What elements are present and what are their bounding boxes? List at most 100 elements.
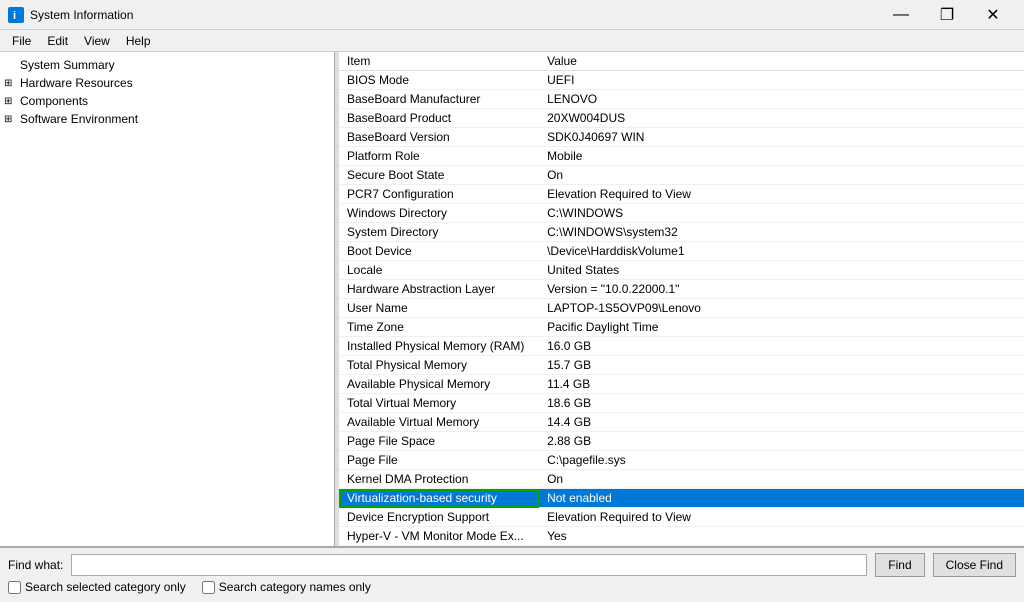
table-cell-value: Version = "10.0.22000.1": [539, 280, 1024, 299]
search-names-checkbox[interactable]: [202, 581, 215, 594]
table-cell-value: LAPTOP-1S5OVP09\Lenovo: [539, 299, 1024, 318]
table-row[interactable]: User NameLAPTOP-1S5OVP09\Lenovo: [339, 299, 1024, 318]
table-cell-item: Platform Role: [339, 147, 539, 166]
table-row[interactable]: Secure Boot StateOn: [339, 166, 1024, 185]
table-cell-item: BaseBoard Version: [339, 128, 539, 147]
close-button[interactable]: ✕: [970, 0, 1016, 30]
table-cell-item: Installed Physical Memory (RAM): [339, 337, 539, 356]
svg-text:i: i: [13, 10, 16, 22]
menu-file[interactable]: File: [4, 32, 39, 50]
find-button[interactable]: Find: [875, 553, 924, 577]
table-cell-item: System Directory: [339, 223, 539, 242]
table-row[interactable]: Page File Space2.88 GB: [339, 432, 1024, 451]
find-bar: Find what: Find Close Find Search select…: [0, 546, 1024, 602]
table-row[interactable]: BIOS ModeUEFI: [339, 71, 1024, 90]
table-cell-value: Not enabled: [539, 489, 1024, 508]
table-cell-value: Mobile: [539, 147, 1024, 166]
table-cell-value: On: [539, 470, 1024, 489]
table-cell-value: C:\WINDOWS\system32: [539, 223, 1024, 242]
data-table: Item Value BIOS ModeUEFIBaseBoard Manufa…: [339, 52, 1024, 546]
table-cell-value: Yes: [539, 546, 1024, 547]
table-row[interactable]: Device Encryption SupportElevation Requi…: [339, 508, 1024, 527]
table-cell-item: User Name: [339, 299, 539, 318]
table-cell-value: 15.7 GB: [539, 356, 1024, 375]
table-cell-item: BaseBoard Manufacturer: [339, 90, 539, 109]
right-panel-data: Item Value BIOS ModeUEFIBaseBoard Manufa…: [339, 52, 1024, 546]
table-row[interactable]: Hyper-V - VM Monitor Mode Ex...Yes: [339, 527, 1024, 546]
table-cell-value: On: [539, 166, 1024, 185]
restore-button[interactable]: ❐: [924, 0, 970, 30]
find-label: Find what:: [8, 558, 63, 572]
menu-edit[interactable]: Edit: [39, 32, 76, 50]
tree-item-components[interactable]: ⊞ Components: [0, 92, 334, 110]
table-cell-value: 18.6 GB: [539, 394, 1024, 413]
table-cell-item: Total Virtual Memory: [339, 394, 539, 413]
tree-item-hardware-resources[interactable]: ⊞ Hardware Resources: [0, 74, 334, 92]
search-category-checkbox[interactable]: [8, 581, 21, 594]
table-cell-value: UEFI: [539, 71, 1024, 90]
table-cell-item: Secure Boot State: [339, 166, 539, 185]
search-category-label[interactable]: Search selected category only: [8, 580, 186, 594]
table-cell-item: Page File Space: [339, 432, 539, 451]
table-cell-item: PCR7 Configuration: [339, 185, 539, 204]
minimize-button[interactable]: —: [878, 0, 924, 30]
table-cell-value: LENOVO: [539, 90, 1024, 109]
table-row[interactable]: Windows DirectoryC:\WINDOWS: [339, 204, 1024, 223]
table-cell-item: Virtualization-based security: [339, 489, 539, 508]
table-row[interactable]: BaseBoard ManufacturerLENOVO: [339, 90, 1024, 109]
title-bar: i System Information — ❐ ✕: [0, 0, 1024, 30]
table-row[interactable]: Installed Physical Memory (RAM)16.0 GB: [339, 337, 1024, 356]
tree-item-system-summary[interactable]: System Summary: [0, 56, 334, 74]
table-row[interactable]: System DirectoryC:\WINDOWS\system32: [339, 223, 1024, 242]
table-row[interactable]: Available Physical Memory11.4 GB: [339, 375, 1024, 394]
table-cell-value: \Device\HarddiskVolume1: [539, 242, 1024, 261]
left-panel-tree: System Summary ⊞ Hardware Resources ⊞ Co…: [0, 52, 335, 546]
search-names-text: Search category names only: [219, 580, 371, 594]
table-row[interactable]: LocaleUnited States: [339, 261, 1024, 280]
window-controls: — ❐ ✕: [878, 0, 1016, 30]
find-input[interactable]: [71, 554, 867, 576]
table-cell-item: Hyper-V - Second Level Address...: [339, 546, 539, 547]
table-cell-value: United States: [539, 261, 1024, 280]
table-cell-item: Total Physical Memory: [339, 356, 539, 375]
table-cell-value: Pacific Daylight Time: [539, 318, 1024, 337]
menu-help[interactable]: Help: [118, 32, 159, 50]
window-title: System Information: [30, 8, 878, 22]
close-find-button[interactable]: Close Find: [933, 553, 1016, 577]
table-cell-value: Elevation Required to View: [539, 508, 1024, 527]
expand-icon-hardware: ⊞: [4, 78, 16, 89]
table-row[interactable]: Total Physical Memory15.7 GB: [339, 356, 1024, 375]
table-row[interactable]: Virtualization-based securityNot enabled: [339, 489, 1024, 508]
table-row[interactable]: Hyper-V - Second Level Address...Yes: [339, 546, 1024, 547]
table-row[interactable]: Page FileC:\pagefile.sys: [339, 451, 1024, 470]
table-cell-item: Hardware Abstraction Layer: [339, 280, 539, 299]
table-row[interactable]: PCR7 ConfigurationElevation Required to …: [339, 185, 1024, 204]
table-row[interactable]: BaseBoard VersionSDK0J40697 WIN: [339, 128, 1024, 147]
expand-icon-components: ⊞: [4, 96, 16, 107]
table-cell-value: 20XW004DUS: [539, 109, 1024, 128]
table-cell-value: C:\pagefile.sys: [539, 451, 1024, 470]
app-icon: i: [8, 7, 24, 23]
table-cell-value: C:\WINDOWS: [539, 204, 1024, 223]
table-cell-item: Page File: [339, 451, 539, 470]
column-header-item: Item: [339, 52, 539, 71]
menu-view[interactable]: View: [76, 32, 118, 50]
table-row[interactable]: Hardware Abstraction LayerVersion = "10.…: [339, 280, 1024, 299]
table-cell-item: Hyper-V - VM Monitor Mode Ex...: [339, 527, 539, 546]
find-input-row: Find what: Find Close Find: [8, 552, 1016, 578]
table-row[interactable]: Total Virtual Memory18.6 GB: [339, 394, 1024, 413]
table-row[interactable]: Available Virtual Memory14.4 GB: [339, 413, 1024, 432]
table-row[interactable]: Time ZonePacific Daylight Time: [339, 318, 1024, 337]
tree-label-components: Components: [20, 94, 88, 108]
table-cell-value: 16.0 GB: [539, 337, 1024, 356]
table-row[interactable]: Boot Device\Device\HarddiskVolume1: [339, 242, 1024, 261]
table-cell-value: 14.4 GB: [539, 413, 1024, 432]
search-names-label[interactable]: Search category names only: [202, 580, 371, 594]
table-cell-item: Time Zone: [339, 318, 539, 337]
table-row[interactable]: Platform RoleMobile: [339, 147, 1024, 166]
table-row[interactable]: Kernel DMA ProtectionOn: [339, 470, 1024, 489]
table-cell-value: SDK0J40697 WIN: [539, 128, 1024, 147]
table-row[interactable]: BaseBoard Product20XW004DUS: [339, 109, 1024, 128]
find-options-row: Search selected category only Search cat…: [8, 578, 1016, 594]
tree-item-software-environment[interactable]: ⊞ Software Environment: [0, 110, 334, 128]
